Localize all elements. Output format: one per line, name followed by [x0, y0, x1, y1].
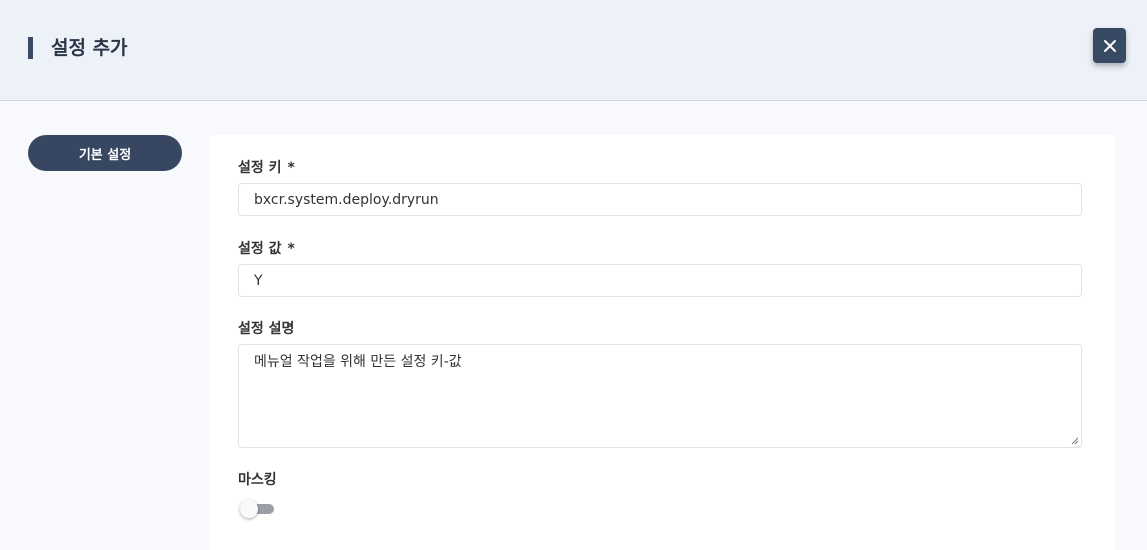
page-title: 설정 추가 [51, 37, 128, 59]
title-accent-bar [28, 37, 33, 59]
masking-toggle[interactable] [240, 500, 276, 518]
required-mark: * [287, 160, 295, 176]
setting-description-text: 메뉴얼 작업을 위해 만든 설정 키-값 [254, 354, 462, 370]
setting-key-label-text: 설정 키 [238, 160, 282, 176]
resize-handle-icon[interactable] [1071, 437, 1079, 445]
required-mark: * [287, 241, 295, 257]
setting-key-input[interactable] [238, 183, 1082, 216]
tab-basic-settings[interactable]: 기본 설정 [28, 135, 182, 171]
toggle-thumb [240, 500, 258, 518]
dialog-header: 설정 추가 [0, 0, 1147, 101]
setting-description-label: 설정 설명 [238, 321, 295, 337]
close-button[interactable] [1093, 28, 1126, 63]
setting-description-textarea[interactable]: 메뉴얼 작업을 위해 만든 설정 키-값 [238, 344, 1082, 448]
masking-label: 마스킹 [238, 472, 277, 488]
setting-value-label: 설정 값 * [238, 240, 295, 258]
close-icon [1103, 39, 1116, 52]
form-panel: 설정 키 * 설정 값 * 설정 설명 메뉴얼 작업을 위해 만든 설정 키-값 마… [210, 135, 1115, 550]
setting-key-label: 설정 키 * [238, 159, 295, 177]
setting-value-input[interactable] [238, 264, 1082, 297]
setting-value-label-text: 설정 값 [238, 241, 282, 257]
